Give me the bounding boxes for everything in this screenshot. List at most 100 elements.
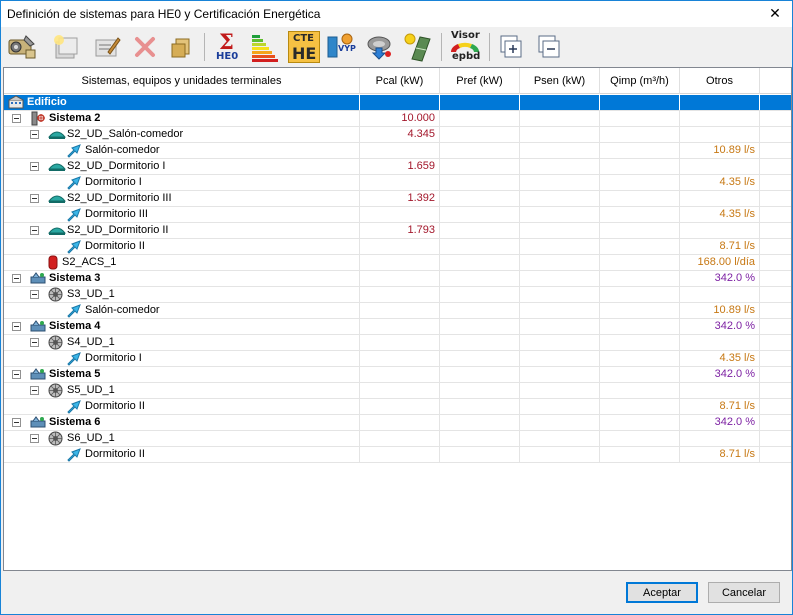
column-header-otros[interactable]: Otros xyxy=(680,68,760,94)
tree-item-label: S2_UD_Dormitorio I xyxy=(67,160,166,172)
pref-value xyxy=(440,447,520,462)
tree-row[interactable]: Salón-comedor 10.89 l/s xyxy=(4,143,791,159)
column-header-psen[interactable]: Psen (kW) xyxy=(520,68,600,94)
filler-cell xyxy=(760,383,791,398)
column-header-filler xyxy=(760,68,791,94)
pcal-value xyxy=(360,287,440,302)
pref-value xyxy=(440,255,520,270)
tree-cell-name: Salón-comedor xyxy=(4,143,360,158)
edit-button[interactable] xyxy=(89,30,123,64)
close-button[interactable]: ✕ xyxy=(758,1,792,27)
tree-row[interactable]: S2_UD_Dormitorio I 1.659 xyxy=(4,159,791,175)
expander-toggle[interactable] xyxy=(30,290,39,299)
ventilation-system-icon xyxy=(30,271,46,286)
expand-all-button[interactable] xyxy=(493,30,527,64)
tree-cell-name: S2_UD_Dormitorio III xyxy=(4,191,360,206)
tree-row[interactable]: S2_UD_Salón-comedor 4.345 xyxy=(4,127,791,143)
tree-row[interactable]: Sistema 2 10.000 xyxy=(4,111,791,127)
tree-item-label: S2_UD_Dormitorio II xyxy=(67,224,169,236)
download-globe-button[interactable] xyxy=(363,30,397,64)
psen-value xyxy=(520,127,600,142)
tree-row[interactable]: S3_UD_1 xyxy=(4,287,791,303)
tree-item-label: Dormitorio I xyxy=(85,176,142,188)
column-header-pref[interactable]: Pref (kW) xyxy=(440,68,520,94)
filler-cell xyxy=(760,159,791,174)
tree-cell-name: S2_UD_Dormitorio II xyxy=(4,223,360,238)
expander-toggle[interactable] xyxy=(30,338,39,347)
expand-all-icon xyxy=(500,35,522,58)
tree-row[interactable]: Sistema 5 342.0 % xyxy=(4,367,791,383)
expander-toggle[interactable] xyxy=(30,226,39,235)
vyp-button[interactable]: VYP xyxy=(326,30,360,64)
tree-row[interactable]: S4_UD_1 xyxy=(4,335,791,351)
psen-value xyxy=(520,415,600,430)
psen-value xyxy=(520,207,600,222)
otros-value: 8.71 l/s xyxy=(680,447,760,462)
psen-value xyxy=(520,271,600,286)
pcal-value xyxy=(360,239,440,254)
expander-toggle[interactable] xyxy=(30,434,39,443)
toolbar-separator xyxy=(441,33,442,61)
pref-value xyxy=(440,271,520,286)
delete-button[interactable] xyxy=(128,30,162,64)
qimp-value xyxy=(600,431,680,446)
tree-row[interactable]: Sistema 6 342.0 % xyxy=(4,415,791,431)
tree-row[interactable]: Salón-comedor 10.89 l/s xyxy=(4,303,791,319)
column-header-pcal[interactable]: Pcal (kW) xyxy=(360,68,440,94)
cte-he-button[interactable]: CTE HE xyxy=(287,30,321,64)
system-config-button[interactable] xyxy=(5,30,39,64)
filler-cell xyxy=(760,207,791,222)
solar-panel-button[interactable] xyxy=(399,30,433,64)
pcal-value: 10.000 xyxy=(360,111,440,126)
tree-row[interactable]: S5_UD_1 xyxy=(4,383,791,399)
tree-row[interactable]: Dormitorio III 4.35 l/s xyxy=(4,207,791,223)
expander-toggle[interactable] xyxy=(30,162,39,171)
tree-cell-name: Sistema 4 xyxy=(4,319,360,334)
tree-row[interactable]: S6_UD_1 xyxy=(4,431,791,447)
column-header-row: Sistemas, equipos y unidades terminales … xyxy=(4,68,791,94)
tree-row[interactable]: Dormitorio I 4.35 l/s xyxy=(4,175,791,191)
tree-cell-name: S5_UD_1 xyxy=(4,383,360,398)
tree-row[interactable]: Edificio xyxy=(4,95,791,111)
tree-item-label: Dormitorio I xyxy=(85,352,142,364)
collapse-all-button[interactable] xyxy=(531,30,565,64)
copy-button[interactable] xyxy=(164,30,198,64)
expander-toggle[interactable] xyxy=(12,370,21,379)
expander-toggle[interactable] xyxy=(12,322,21,331)
visor-epbd-button[interactable]: Visor epbd xyxy=(447,30,481,64)
qimp-value xyxy=(600,111,680,126)
tree-item-label: S3_UD_1 xyxy=(67,288,115,300)
column-header-qimp[interactable]: Qimp (m³/h) xyxy=(600,68,680,94)
column-header-systems[interactable]: Sistemas, equipos y unidades terminales xyxy=(4,68,360,94)
tree-row[interactable]: Dormitorio I 4.35 l/s xyxy=(4,351,791,367)
tree-row[interactable]: S2_ACS_1 168.00 l/día xyxy=(4,255,791,271)
tree-row[interactable]: Sistema 4 342.0 % xyxy=(4,319,791,335)
expander-toggle[interactable] xyxy=(12,114,21,123)
expander-toggle[interactable] xyxy=(30,130,39,139)
expander-toggle[interactable] xyxy=(30,194,39,203)
pcal-value xyxy=(360,383,440,398)
tree-row[interactable]: S2_UD_Dormitorio III 1.392 xyxy=(4,191,791,207)
cancel-button[interactable]: Cancelar xyxy=(708,582,780,603)
otros-value: 342.0 % xyxy=(680,415,760,430)
tree-row[interactable]: S2_UD_Dormitorio II 1.793 xyxy=(4,223,791,239)
tree-row[interactable]: Dormitorio II 8.71 l/s xyxy=(4,399,791,415)
psen-value xyxy=(520,95,600,110)
tree-row[interactable]: Sistema 3 342.0 % xyxy=(4,271,791,287)
delete-icon xyxy=(135,37,155,57)
tree-cell-name: S2_ACS_1 xyxy=(4,255,360,270)
tree-cell-name: S4_UD_1 xyxy=(4,335,360,350)
sum-he0-button[interactable]: Σ HE0 xyxy=(211,29,245,64)
pref-value xyxy=(440,191,520,206)
new-item-button[interactable] xyxy=(48,30,82,64)
tree-item-label: Salón-comedor xyxy=(85,144,160,156)
tree-row[interactable]: Dormitorio II 8.71 l/s xyxy=(4,239,791,255)
expander-toggle[interactable] xyxy=(12,418,21,427)
expander-toggle[interactable] xyxy=(30,386,39,395)
energy-rating-button[interactable] xyxy=(247,30,281,64)
pref-value xyxy=(440,111,520,126)
expander-toggle[interactable] xyxy=(12,274,21,283)
tree-row[interactable]: Dormitorio II 8.71 l/s xyxy=(4,447,791,463)
split-unit-icon xyxy=(47,223,67,238)
accept-button[interactable]: Aceptar xyxy=(626,582,698,603)
